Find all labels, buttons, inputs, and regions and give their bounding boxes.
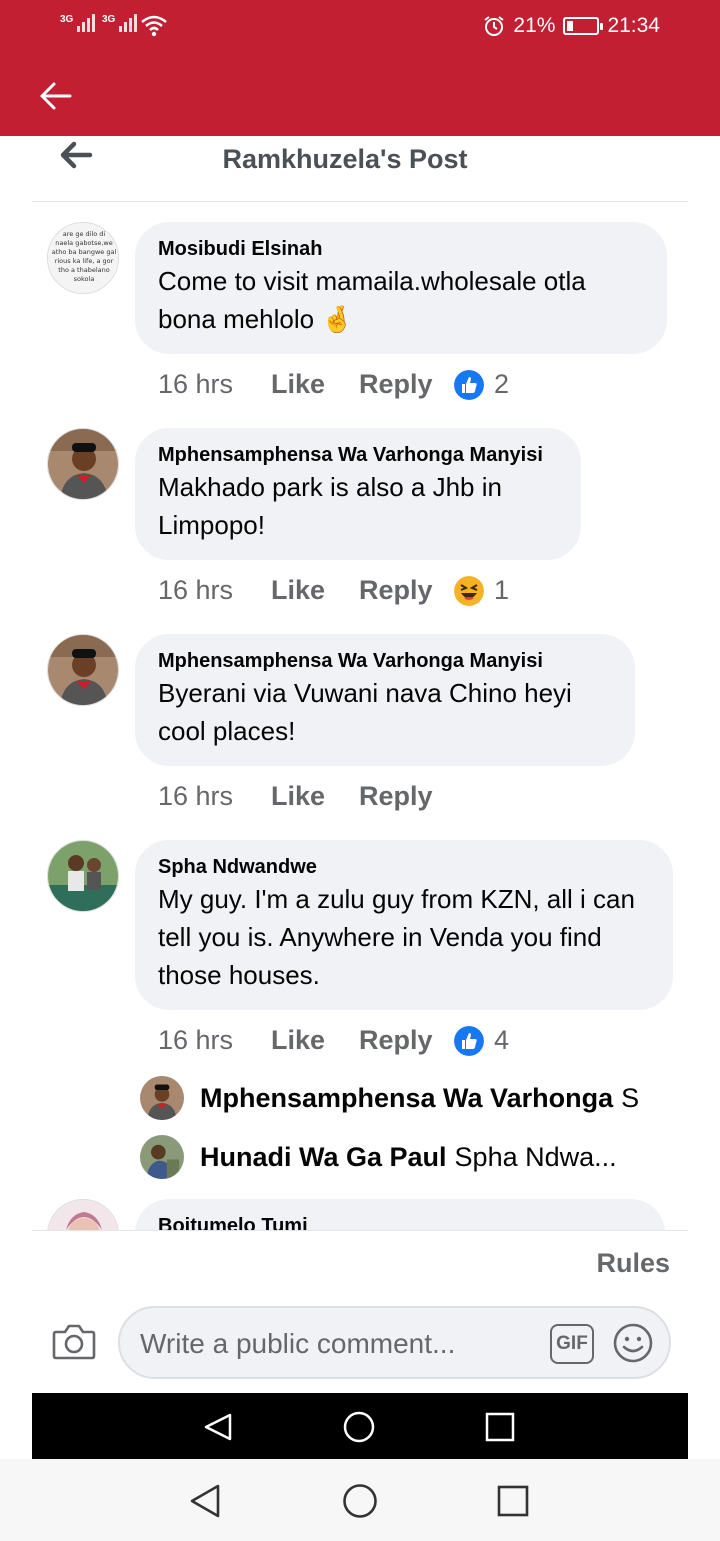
- comment-input-placeholder: Write a public comment...: [140, 1328, 456, 1359]
- camera-icon[interactable]: [52, 1322, 96, 1362]
- avatar[interactable]: [47, 840, 119, 912]
- like-icon: [454, 369, 484, 400]
- reaction-count: 1: [494, 575, 510, 605]
- comment-bubble: Mosibudi Elsinah Come to visit mamaila.w…: [135, 222, 667, 354]
- battery-percent: 21%: [513, 14, 556, 37]
- reply-text: S: [621, 1082, 640, 1113]
- app-navigation-bar: [32, 1393, 688, 1459]
- avatar: [140, 1076, 184, 1120]
- clock: 21:34: [607, 14, 660, 37]
- comment-actions: 16 hrs Like Reply 4: [158, 1025, 509, 1056]
- emoji-icon[interactable]: [612, 1322, 654, 1364]
- avatar-photo: [48, 1200, 118, 1230]
- app-header: 3G 3G 21% 21:34: [0, 0, 720, 136]
- like-icon: [454, 1025, 484, 1056]
- like-button[interactable]: Like: [271, 1025, 359, 1056]
- reply-button[interactable]: Reply: [359, 575, 454, 606]
- comment-bubble: Spha Ndwandwe My guy. I'm a zulu guy fro…: [135, 840, 673, 1010]
- svg-text:rious ka life, a gor: rious ka life, a gor: [55, 257, 114, 265]
- avatar[interactable]: [47, 428, 119, 500]
- gif-button[interactable]: GIF: [550, 1324, 594, 1364]
- svg-text:atho ba bangwe gal: atho ba bangwe gal: [52, 248, 117, 256]
- page-title: Ramkhuzela's Post: [222, 144, 468, 174]
- comment-time[interactable]: 16 hrs: [158, 781, 271, 812]
- comment-actions: 16 hrs Like Reply 1: [158, 575, 509, 606]
- comment-text: Byerani via Vuwani nava Chino heyi cool …: [158, 678, 572, 746]
- comment-actions: 16 hrs Like Reply 2: [158, 369, 509, 400]
- svg-text:tho a thabelano: tho a thabelano: [58, 266, 109, 274]
- comment-author[interactable]: Boitumelo Tumi: [158, 1213, 641, 1230]
- wifi-icon: [141, 15, 167, 37]
- reply-author: Mphensamphensa Wa Varhonga: [200, 1082, 614, 1113]
- text-avatar-image: are ge dilo di naela gabotse,we atho ba …: [48, 223, 118, 293]
- reply-button[interactable]: Reply: [359, 781, 454, 812]
- rules-link[interactable]: Rules: [596, 1248, 670, 1279]
- reaction-summary[interactable]: 2: [454, 369, 509, 400]
- reply-preview[interactable]: Hunadi Wa Ga Paul Spha Ndwa...: [140, 1135, 652, 1179]
- comment-bubble: Boitumelo Tumi: [135, 1199, 665, 1230]
- nav-home-icon[interactable]: [343, 1411, 375, 1443]
- comment-author[interactable]: Spha Ndwandwe: [158, 854, 649, 880]
- reply-author: Hunadi Wa Ga Paul: [200, 1141, 447, 1172]
- status-bar: 3G 3G 21% 21:34: [0, 0, 720, 56]
- alarm-icon: [484, 16, 505, 36]
- svg-text:naela gabotse,we: naela gabotse,we: [55, 239, 112, 247]
- comment-actions: 16 hrs Like Reply: [158, 781, 454, 812]
- like-button[interactable]: Like: [271, 781, 359, 812]
- reply-button[interactable]: Reply: [359, 1025, 454, 1056]
- comment-author[interactable]: Mphensamphensa Wa Varhonga Manyisi: [158, 442, 557, 468]
- reaction-summary[interactable]: 4: [454, 1025, 509, 1056]
- haha-icon: [454, 575, 484, 606]
- svg-text:are ge dilo di: are ge dilo di: [63, 230, 106, 238]
- comment-text: My guy. I'm a zulu guy from KZN, all i c…: [158, 884, 635, 990]
- avatar-photo: [48, 429, 118, 499]
- comment-bubble: Mphensamphensa Wa Varhonga Manyisi Makha…: [135, 428, 581, 560]
- system-back-icon[interactable]: [188, 1483, 222, 1519]
- battery-icon: [563, 17, 604, 35]
- comment-list[interactable]: are ge dilo di naela gabotse,we atho ba …: [32, 203, 688, 1230]
- network-type-2: 3G: [102, 14, 116, 25]
- system-recents-icon[interactable]: [496, 1484, 530, 1518]
- comment-author[interactable]: Mphensamphensa Wa Varhonga Manyisi: [158, 648, 611, 674]
- like-button[interactable]: Like: [271, 369, 359, 400]
- avatar[interactable]: [47, 634, 119, 706]
- network-type-1: 3G: [60, 14, 74, 25]
- reaction-count: 2: [494, 369, 510, 399]
- comment-time[interactable]: 16 hrs: [158, 1025, 271, 1056]
- comment-author[interactable]: Mosibudi Elsinah: [158, 236, 643, 262]
- comment-text: Makhado park is also a Jhb in Limpopo!: [158, 472, 502, 540]
- signal-icon-1: 3G: [60, 14, 96, 32]
- svg-text:sokola: sokola: [74, 275, 95, 283]
- divider: [32, 1230, 688, 1231]
- reply-button[interactable]: Reply: [359, 369, 454, 400]
- avatar-photo: [140, 1076, 184, 1120]
- post-header: Ramkhuzela's Post: [32, 136, 688, 202]
- like-button[interactable]: Like: [271, 575, 359, 606]
- avatar: [140, 1135, 184, 1179]
- reaction-count: 4: [494, 1025, 510, 1055]
- comment-text: Come to visit mamaila.wholesale otla bon…: [158, 266, 586, 334]
- avatar-photo: [48, 841, 118, 911]
- comment-input[interactable]: Write a public comment... GIF: [118, 1306, 671, 1379]
- arrow-left-icon[interactable]: [36, 76, 76, 116]
- avatar[interactable]: [47, 1199, 119, 1230]
- comment-time[interactable]: 16 hrs: [158, 575, 271, 606]
- avatar[interactable]: are ge dilo di naela gabotse,we atho ba …: [47, 222, 119, 294]
- signal-icon-2: 3G: [102, 14, 138, 32]
- system-navigation-bar: [0, 1459, 720, 1541]
- comment-time[interactable]: 16 hrs: [158, 369, 271, 400]
- nav-recents-icon[interactable]: [484, 1411, 516, 1443]
- system-home-icon[interactable]: [342, 1483, 378, 1519]
- nav-back-icon[interactable]: [202, 1411, 234, 1443]
- avatar-photo: [48, 635, 118, 705]
- reaction-summary[interactable]: 1: [454, 575, 509, 606]
- avatar-photo: [140, 1135, 184, 1179]
- reply-preview[interactable]: Mphensamphensa Wa Varhonga S: [140, 1076, 652, 1120]
- comment-bubble: Mphensamphensa Wa Varhonga Manyisi Byera…: [135, 634, 635, 766]
- reply-text: Spha Ndwa...: [454, 1141, 617, 1172]
